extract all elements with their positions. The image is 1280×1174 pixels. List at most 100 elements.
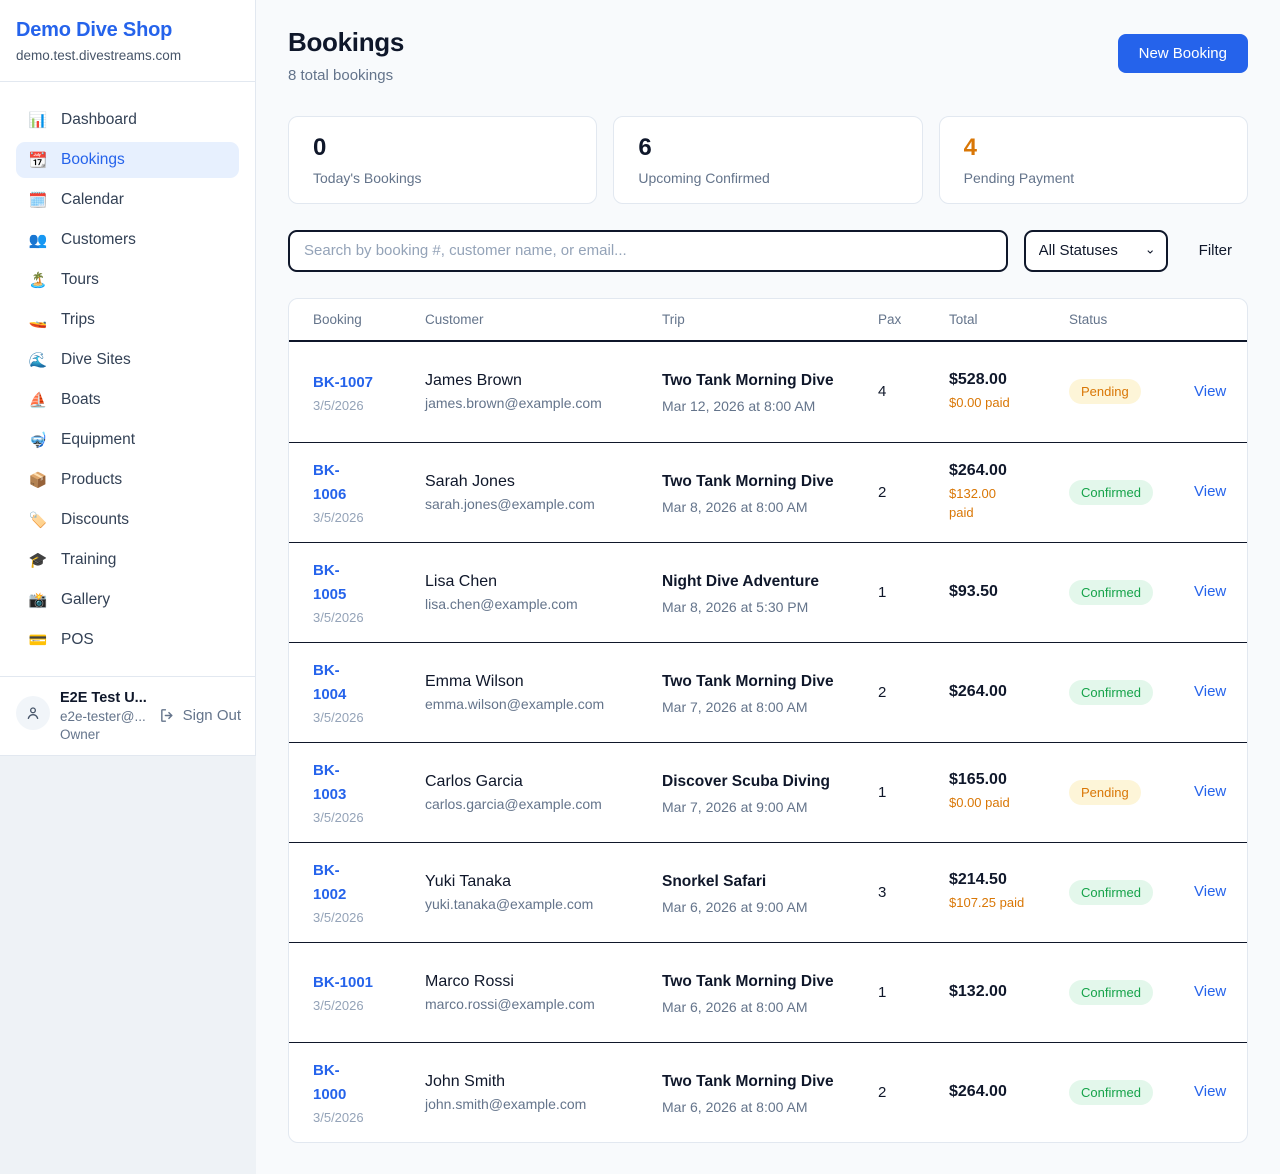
filter-button[interactable]: Filter <box>1199 242 1232 259</box>
cell-actions: View <box>1194 583 1247 601</box>
cell-trip: Two Tank Morning Dive Mar 7, 2026 at 8:0… <box>662 670 878 715</box>
sidebar-item-training[interactable]: 🎓 Training <box>16 542 239 578</box>
pax-value: 4 <box>878 383 949 400</box>
main-content: Bookings 8 total bookings New Booking 0 … <box>256 0 1280 1174</box>
view-link[interactable]: View <box>1194 683 1226 700</box>
sidebar-item-trips[interactable]: 🚤 Trips <box>16 302 239 338</box>
nav-label: Equipment <box>61 431 135 449</box>
cell-status: Confirmed <box>1069 1080 1194 1105</box>
user-section: E2E Test U... e2e-tester@... Owner Sign … <box>0 676 255 755</box>
customer-email: sarah.jones@example.com <box>425 496 662 512</box>
cell-booking: BK- 1006 3/5/2026 <box>289 459 425 525</box>
status-filter-select[interactable]: All Statuses <box>1024 230 1168 272</box>
total-amount: $264.00 <box>949 683 1069 701</box>
cell-trip: Two Tank Morning Dive Mar 8, 2026 at 8:0… <box>662 470 878 515</box>
booking-id-link[interactable]: BK- 1002 <box>313 859 425 907</box>
customer-name: James Brown <box>425 372 662 390</box>
cell-pax: 1 <box>878 984 949 1001</box>
trip-datetime: Mar 8, 2026 at 8:00 AM <box>662 499 878 515</box>
avatar <box>16 696 50 730</box>
status-select-wrap: All Statuses ⌄ <box>1024 230 1168 272</box>
booking-date: 3/5/2026 <box>313 710 425 725</box>
nav-icon: ⛵ <box>28 393 48 408</box>
status-badge: Pending <box>1069 780 1141 805</box>
view-link[interactable]: View <box>1194 883 1226 900</box>
total-amount: $214.50 <box>949 871 1069 889</box>
nav-icon: 📸 <box>28 593 48 608</box>
booking-id-link[interactable]: BK-1001 <box>313 971 425 995</box>
total-amount: $264.00 <box>949 462 1069 480</box>
sidebar-item-boats[interactable]: ⛵ Boats <box>16 382 239 418</box>
trip-name: Two Tank Morning Dive <box>662 1070 834 1094</box>
cell-pax: 3 <box>878 884 949 901</box>
pax-value: 2 <box>878 684 949 701</box>
cell-actions: View <box>1194 483 1247 501</box>
nav-icon: 💳 <box>28 633 48 648</box>
customer-email: john.smith@example.com <box>425 1096 662 1112</box>
trip-datetime: Mar 6, 2026 at 8:00 AM <box>662 1099 878 1115</box>
pax-value: 1 <box>878 584 949 601</box>
booking-date: 3/5/2026 <box>313 910 425 925</box>
cell-trip: Snorkel Safari Mar 6, 2026 at 9:00 AM <box>662 870 878 915</box>
cell-trip: Night Dive Adventure Mar 8, 2026 at 5:30… <box>662 570 878 615</box>
cell-booking: BK-1001 3/5/2026 <box>289 971 425 1013</box>
sign-out-icon <box>159 707 176 724</box>
shop-domain: demo.test.divestreams.com <box>16 48 239 63</box>
booking-date: 3/5/2026 <box>313 998 425 1013</box>
new-booking-button[interactable]: New Booking <box>1118 34 1248 73</box>
view-link[interactable]: View <box>1194 483 1226 500</box>
cell-customer: Sarah Jones sarah.jones@example.com <box>425 473 662 512</box>
cell-customer: Marco Rossi marco.rossi@example.com <box>425 973 662 1012</box>
stat-value: 0 <box>313 134 572 163</box>
booking-id-link[interactable]: BK- 1006 <box>313 459 425 507</box>
customer-name: Yuki Tanaka <box>425 873 662 891</box>
view-link[interactable]: View <box>1194 783 1226 800</box>
search-input[interactable] <box>288 230 1008 272</box>
booking-id-link[interactable]: BK-1007 <box>313 371 425 395</box>
cell-customer: James Brown james.brown@example.com <box>425 372 662 411</box>
view-link[interactable]: View <box>1194 983 1226 1000</box>
stat-value: 4 <box>964 134 1223 163</box>
sign-out-button[interactable]: Sign Out <box>159 707 241 724</box>
stat-card: 0 Today's Bookings <box>288 116 597 204</box>
total-amount: $132.00 <box>949 983 1069 1001</box>
sidebar-item-equipment[interactable]: 🤿 Equipment <box>16 422 239 458</box>
cell-status: Pending <box>1069 780 1194 805</box>
nav-icon: 📆 <box>28 153 48 168</box>
sidebar-item-pos[interactable]: 💳 POS <box>16 622 239 658</box>
column-header-total: Total <box>949 312 1069 327</box>
table-row: BK-1001 3/5/2026 Marco Rossi marco.rossi… <box>289 942 1247 1042</box>
cell-booking: BK-1007 3/5/2026 <box>289 371 425 413</box>
booking-id-link[interactable]: BK- 1000 <box>313 1059 425 1107</box>
view-link[interactable]: View <box>1194 583 1226 600</box>
view-link[interactable]: View <box>1194 383 1226 400</box>
page-header: Bookings 8 total bookings New Booking <box>288 27 1248 84</box>
brand-block: Demo Dive Shop demo.test.divestreams.com <box>0 0 255 82</box>
status-badge: Confirmed <box>1069 680 1153 705</box>
pax-value: 1 <box>878 784 949 801</box>
sidebar-item-discounts[interactable]: 🏷️ Discounts <box>16 502 239 538</box>
sidebar-item-calendar[interactable]: 🗓️ Calendar <box>16 182 239 218</box>
sidebar-item-dashboard[interactable]: 📊 Dashboard <box>16 102 239 138</box>
user-info: E2E Test U... e2e-tester@... Owner <box>60 690 149 742</box>
table-row: BK- 1004 3/5/2026 Emma Wilson emma.wilso… <box>289 642 1247 742</box>
booking-date: 3/5/2026 <box>313 510 425 525</box>
booking-id-link[interactable]: BK- 1003 <box>313 759 425 807</box>
booking-id-link[interactable]: BK- 1004 <box>313 659 425 707</box>
trip-name: Discover Scuba Diving <box>662 770 834 794</box>
sidebar-item-dive-sites[interactable]: 🌊 Dive Sites <box>16 342 239 378</box>
sidebar-item-gallery[interactable]: 📸 Gallery <box>16 582 239 618</box>
sidebar-item-customers[interactable]: 👥 Customers <box>16 222 239 258</box>
view-link[interactable]: View <box>1194 1083 1226 1100</box>
booking-id-link[interactable]: BK- 1005 <box>313 559 425 607</box>
stat-value: 6 <box>638 134 897 163</box>
pax-value: 1 <box>878 984 949 1001</box>
nav-icon: 📦 <box>28 473 48 488</box>
sidebar-item-tours[interactable]: 🏝️ Tours <box>16 262 239 298</box>
user-name: E2E Test U... <box>60 690 149 706</box>
cell-total: $132.00 <box>949 983 1069 1001</box>
sidebar-item-products[interactable]: 📦 Products <box>16 462 239 498</box>
filter-row: All Statuses ⌄ Filter <box>288 230 1248 272</box>
sidebar-item-bookings[interactable]: 📆 Bookings <box>16 142 239 178</box>
trip-datetime: Mar 8, 2026 at 5:30 PM <box>662 599 878 615</box>
